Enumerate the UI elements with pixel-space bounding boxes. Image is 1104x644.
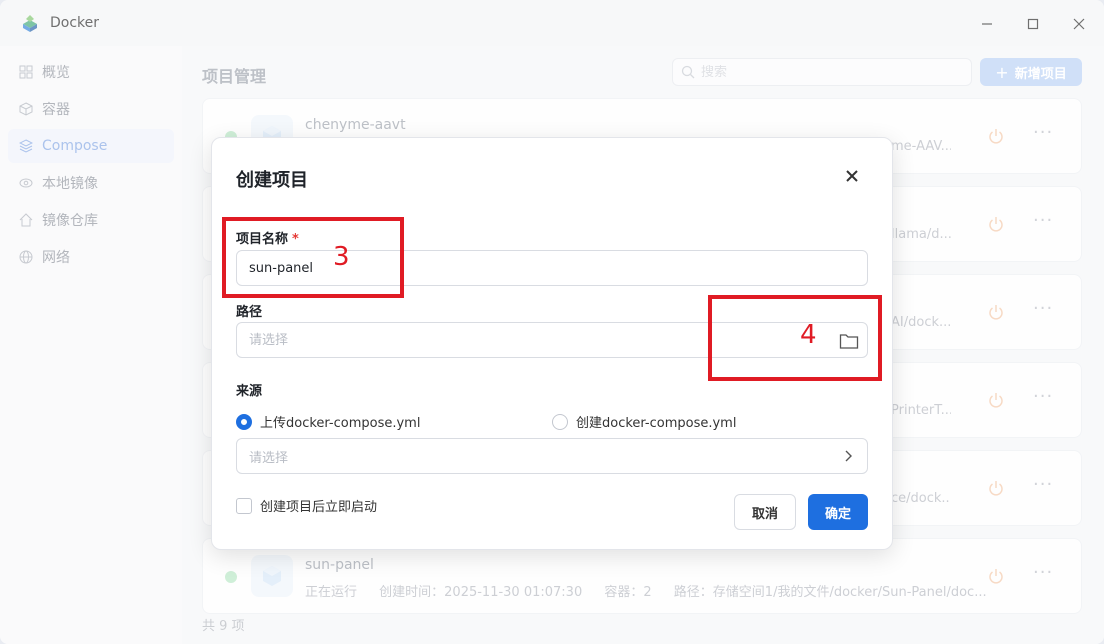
autostart-checkbox[interactable]: 创建项目后立即启动 — [236, 496, 377, 515]
checkbox-box — [236, 497, 252, 514]
cancel-button[interactable]: 取消 — [734, 494, 796, 530]
annotation-box-3 — [222, 217, 404, 298]
confirm-button[interactable]: 确定 — [808, 494, 868, 530]
path-label: 路径 — [236, 305, 263, 320]
chevron-right-icon — [845, 450, 852, 462]
annotation-label-3: 3 — [333, 242, 350, 272]
dialog-close-button[interactable] — [842, 166, 862, 186]
radio-create-compose[interactable]: 创建docker-compose.yml — [552, 412, 736, 431]
dialog-title: 创建项目 — [236, 170, 308, 191]
compose-file-select[interactable]: 请选择 — [236, 438, 868, 474]
radio-circle — [552, 413, 568, 430]
source-label: 来源 — [236, 384, 263, 399]
annotation-label-4: 4 — [800, 320, 817, 350]
docker-window: Docker 概览 容器 Compose 本地镜像 镜像仓库 网络 项目管理 搜… — [0, 0, 1104, 644]
radio-circle — [236, 413, 252, 430]
radio-upload-compose[interactable]: 上传docker-compose.yml — [236, 412, 420, 431]
close-icon — [846, 170, 858, 182]
annotation-box-4 — [708, 295, 882, 381]
